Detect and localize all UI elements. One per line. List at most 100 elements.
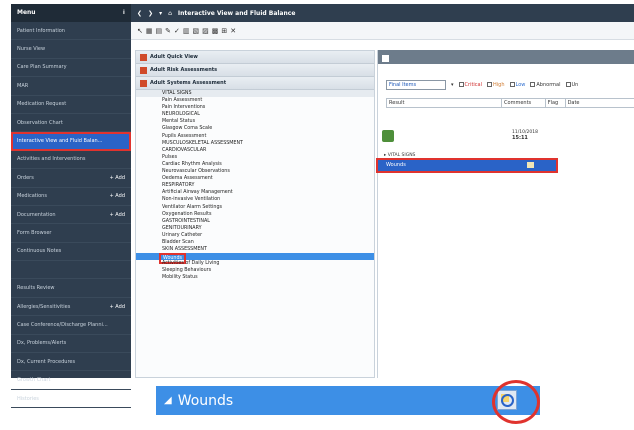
sidebar-item[interactable]: Care Plan Summary bbox=[11, 59, 131, 78]
filter-abnormal[interactable]: Abnormal bbox=[530, 82, 561, 88]
expand-icon[interactable]: ↖ bbox=[137, 27, 143, 35]
section-item[interactable]: GENITOURINARY bbox=[136, 225, 374, 232]
result-filter-select[interactable]: Final Items bbox=[386, 80, 446, 90]
dropdown-icon[interactable]: ▾ bbox=[159, 10, 162, 17]
add-button[interactable]: + Add bbox=[110, 175, 125, 181]
sidebar-item[interactable]: Activities and Interventions bbox=[11, 151, 131, 170]
section-item[interactable]: Wounds bbox=[136, 253, 374, 265]
sidebar-item[interactable]: Allergies/Sensitivities + Add bbox=[11, 298, 131, 317]
band-adult-systems-assessment[interactable]: Adult Systems Assessment bbox=[136, 77, 374, 90]
sidebar-item[interactable]: Medication Request bbox=[11, 96, 131, 114]
section-item[interactable]: SKIN ASSESSMENT bbox=[136, 246, 374, 253]
wounds-zoom-banner: ◢ Wounds bbox=[156, 386, 540, 415]
select-arrow-icon[interactable]: ▾ bbox=[451, 82, 454, 88]
section-label: GASTROINTESTINAL bbox=[162, 218, 210, 224]
sidebar-item[interactable]: Nurse View bbox=[11, 40, 131, 59]
section-item[interactable]: Glasgow Coma Scale bbox=[136, 125, 374, 132]
section-item[interactable]: Pupils Assessment bbox=[136, 133, 374, 140]
checkbox-icon bbox=[509, 82, 515, 87]
section-item[interactable]: Sleeping Behaviours bbox=[136, 267, 374, 274]
section-item[interactable]: GASTROINTESTINAL bbox=[136, 218, 374, 225]
filter-unauth[interactable]: Un bbox=[565, 82, 578, 88]
column-date: Date bbox=[567, 100, 580, 106]
signature-icon[interactable]: ✎ bbox=[165, 27, 171, 35]
sidebar-item-label: Interactive View and Fluid Balan... bbox=[17, 138, 103, 145]
section-label: MUSCULOSKELETAL ASSESSMENT bbox=[162, 140, 243, 146]
section-item[interactable]: Non-invasive Ventilation bbox=[136, 196, 374, 203]
sidebar-item[interactable]: Case Conference/Discharge Planni... bbox=[11, 316, 131, 335]
section-item[interactable]: VITAL SIGNS bbox=[136, 90, 374, 98]
section-item[interactable]: Urinary Catheter bbox=[136, 232, 374, 239]
check-icon[interactable]: ✓ bbox=[174, 27, 180, 35]
section-item[interactable]: Pain Assessment bbox=[136, 97, 374, 104]
sidebar-item[interactable]: Dx, Current Procedures bbox=[11, 353, 131, 372]
section-item[interactable]: Cardiac Rhythm Analysis bbox=[136, 161, 374, 168]
section-item[interactable]: Bladder Scan bbox=[136, 239, 374, 246]
section-item[interactable]: Oedema Assessment bbox=[136, 175, 374, 182]
sidebar-item[interactable]: Patient Information bbox=[11, 22, 131, 41]
section-item[interactable]: Artificial Airway Management bbox=[136, 189, 374, 196]
section-item[interactable]: Ventilator Alarm Settings bbox=[136, 204, 374, 211]
filter-low[interactable]: Low bbox=[509, 82, 526, 88]
section-item[interactable]: Activities of Daily Living bbox=[136, 260, 374, 267]
filter-high[interactable]: High bbox=[487, 82, 505, 88]
add-button[interactable]: + Add bbox=[110, 304, 125, 310]
section-item[interactable]: CARDIOVASCULAR bbox=[136, 147, 374, 154]
sidebar-list: Patient Information Nurse View Care Plan S… bbox=[11, 22, 131, 409]
sidebar-item[interactable]: Histories bbox=[11, 390, 131, 409]
close-icon[interactable]: ✕ bbox=[230, 27, 236, 35]
column-datetime[interactable]: 11/10/2018 15:11 bbox=[512, 130, 538, 141]
sidebar-item[interactable]: Continuous Notes bbox=[11, 243, 131, 262]
sidebar-item-label: Orders bbox=[17, 174, 34, 181]
section-label: Mobility Status bbox=[162, 275, 198, 281]
sidebar-item[interactable]: Dx, Problems/Alerts bbox=[11, 335, 131, 354]
sidebar-item[interactable]: Medications + Add bbox=[11, 188, 131, 206]
sidebar-item-label: Medication Request bbox=[17, 101, 67, 108]
sidebar-item[interactable]: Orders + Add bbox=[11, 169, 131, 188]
section-item[interactable]: MUSCULOSKELETAL ASSESSMENT bbox=[136, 140, 374, 147]
chart-icon[interactable]: ▤ bbox=[156, 27, 163, 35]
sidebar-item[interactable]: Results Review bbox=[11, 279, 131, 298]
sidebar-item[interactable]: MAR bbox=[11, 77, 131, 96]
band-adult-quick-view[interactable]: Adult Quick View bbox=[136, 51, 374, 64]
add-button[interactable]: + Add bbox=[110, 193, 125, 199]
back-icon[interactable]: ❮ bbox=[137, 10, 142, 17]
section-item[interactable]: Mental Status bbox=[136, 118, 374, 125]
table-icon[interactable]: ▥ bbox=[183, 27, 190, 35]
sidebar-item[interactable]: Observation Chart bbox=[11, 114, 131, 133]
add-button[interactable]: + Add bbox=[110, 212, 125, 218]
pin-icon[interactable]: ⁞ bbox=[123, 9, 125, 17]
section-label: Cardiac Rhythm Analysis bbox=[162, 161, 222, 167]
sidebar-item[interactable]: Form Browser bbox=[11, 224, 131, 243]
view-icon[interactable]: ▨ bbox=[202, 27, 209, 35]
section-item[interactable]: NEUROLOGICAL bbox=[136, 111, 374, 118]
band-adult-risk-assessments[interactable]: Adult Risk Assessments bbox=[136, 64, 374, 77]
flowsheet-icon bbox=[382, 55, 389, 62]
band-tree: Adult Quick View Adult Risk Assessments … bbox=[135, 50, 375, 378]
calc-icon[interactable]: ▩ bbox=[212, 27, 219, 35]
section-item[interactable]: Pulses bbox=[136, 154, 374, 161]
patient-chart-icon[interactable] bbox=[382, 130, 394, 142]
section-item[interactable]: Pain Interventions bbox=[136, 104, 374, 111]
section-label: Mental Status bbox=[162, 119, 196, 125]
section-item[interactable]: Oxygenation Results bbox=[136, 211, 374, 218]
grid-icon[interactable]: ▦ bbox=[146, 27, 153, 35]
column-result: Result bbox=[387, 99, 503, 107]
vital-signs-row[interactable]: ▸ VITAL SIGNS bbox=[378, 153, 548, 160]
list-icon[interactable]: ▧ bbox=[193, 27, 200, 35]
band-label: Adult Systems Assessment bbox=[150, 80, 227, 86]
section-item[interactable]: Neurovascular Observations bbox=[136, 168, 374, 175]
forward-icon[interactable]: ❯ bbox=[148, 10, 153, 17]
sidebar-item[interactable]: Documentation + Add bbox=[11, 206, 131, 225]
home-icon[interactable]: ⌂ bbox=[168, 10, 172, 17]
dynamic-group-icon[interactable] bbox=[527, 162, 534, 168]
sidebar-item[interactable]: Growth Chart bbox=[11, 371, 131, 390]
filter-icon[interactable]: ⊞ bbox=[221, 27, 227, 35]
sidebar-item[interactable] bbox=[11, 261, 131, 280]
filter-critical[interactable]: Critical bbox=[458, 82, 482, 88]
filter-label: Low bbox=[515, 82, 526, 88]
section-item[interactable]: Mobility Status bbox=[136, 274, 374, 281]
section-item[interactable]: RESPIRATORY bbox=[136, 182, 374, 189]
sidebar-item[interactable]: Interactive View and Fluid Balan... bbox=[11, 132, 131, 151]
wounds-row[interactable]: Wounds bbox=[376, 158, 558, 173]
